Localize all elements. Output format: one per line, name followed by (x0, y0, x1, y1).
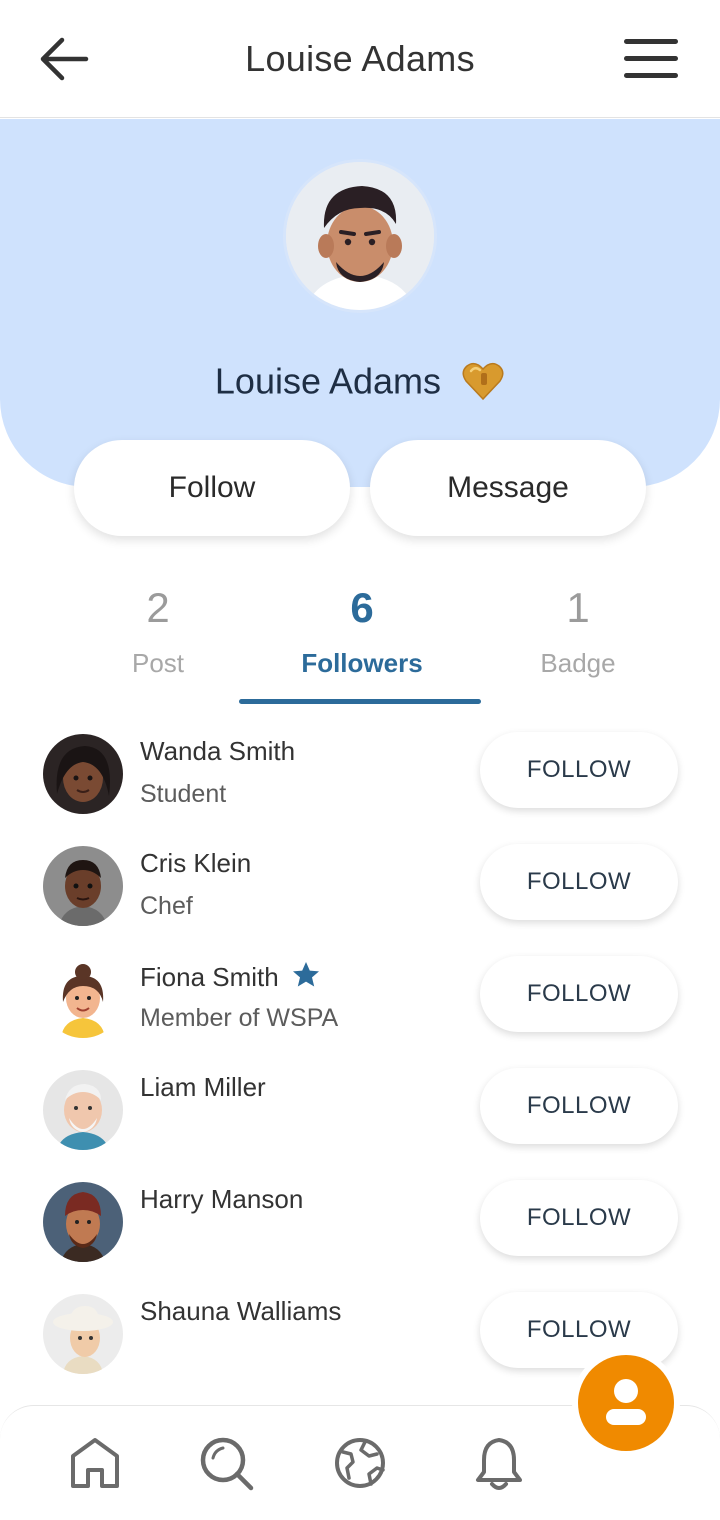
follower-name: Cris Klein (140, 848, 252, 878)
avatar[interactable] (43, 1182, 123, 1262)
globe-icon[interactable] (331, 1434, 389, 1492)
follower-name: Wanda Smith (140, 736, 296, 766)
home-icon[interactable] (66, 1434, 124, 1492)
follower-row[interactable]: Cris Klein Chef FOLLOW (0, 844, 720, 958)
profile-icon (606, 1379, 646, 1425)
avatar[interactable] (43, 1070, 123, 1150)
profile-avatar[interactable] (283, 159, 437, 313)
follower-row[interactable]: Wanda Smith Student FOLLOW (0, 732, 720, 846)
follower-subtitle: Student (140, 780, 227, 808)
follow-user-button[interactable]: FOLLOW (480, 956, 678, 1032)
follower-name: Fiona Smith (140, 960, 321, 993)
follower-name: Shauna Walliams (140, 1296, 342, 1326)
profile-fab-button[interactable] (578, 1355, 674, 1451)
follower-row[interactable]: Liam Miller FOLLOW (0, 1068, 720, 1182)
post-count: 2 (146, 584, 170, 631)
follow-user-button[interactable]: FOLLOW (480, 732, 678, 808)
badge-label: Badge (540, 648, 616, 678)
follow-user-button[interactable]: FOLLOW (480, 1068, 678, 1144)
follower-subtitle: Member of WSPA (140, 1004, 339, 1032)
badge-count: 1 (566, 584, 590, 631)
tab-badges[interactable]: 1 Badge (478, 582, 678, 679)
follower-row[interactable]: Harry Manson FOLLOW (0, 1180, 720, 1294)
star-icon (292, 962, 319, 987)
profile-name-row: Louise Adams (0, 358, 720, 403)
gold-heart-badge-icon (462, 363, 504, 401)
follower-name: Liam Miller (140, 1072, 266, 1102)
avatar[interactable] (43, 846, 123, 926)
followers-label: Followers (301, 648, 423, 678)
follower-row[interactable]: Fiona Smith Member of WSPA FOLLOW (0, 956, 720, 1070)
active-tab-indicator (239, 699, 481, 704)
tab-posts[interactable]: 2 Post (58, 582, 258, 679)
avatar[interactable] (43, 958, 123, 1038)
follower-subtitle: Chef (140, 892, 193, 920)
top-bar: Louise Adams (0, 0, 720, 118)
message-button[interactable]: Message (370, 440, 646, 536)
hamburger-menu-icon[interactable] (620, 34, 682, 84)
bell-icon[interactable] (470, 1434, 528, 1492)
follow-user-button[interactable]: FOLLOW (480, 1180, 678, 1256)
page-title: Louise Adams (245, 38, 475, 79)
post-label: Post (131, 648, 185, 678)
profile-name: Louise Adams (214, 360, 442, 402)
followers-count: 6 (350, 584, 374, 631)
follower-name: Harry Manson (140, 1184, 304, 1214)
search-icon[interactable] (197, 1434, 255, 1492)
follow-button[interactable]: Follow (74, 440, 350, 536)
avatar[interactable] (43, 734, 123, 814)
avatar[interactable] (43, 1294, 123, 1374)
follow-user-button[interactable]: FOLLOW (480, 844, 678, 920)
tab-followers[interactable]: 6 Followers (262, 582, 462, 679)
